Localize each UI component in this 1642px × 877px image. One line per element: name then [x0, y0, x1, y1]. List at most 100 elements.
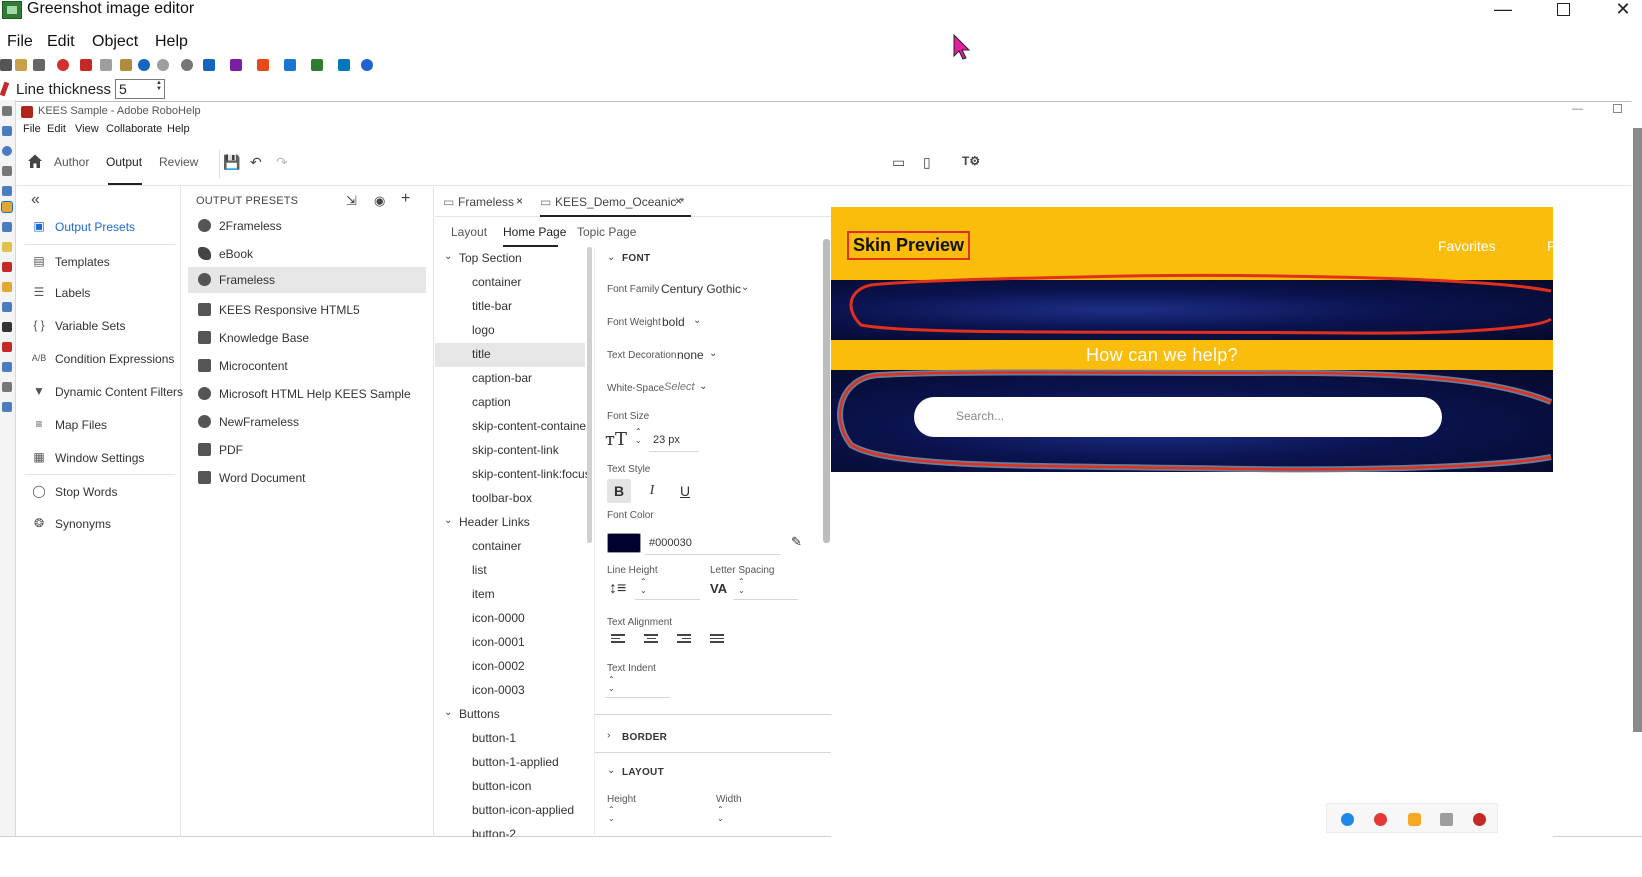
camera-icon[interactable]	[1473, 813, 1486, 826]
rh-menu-file[interactable]: File	[23, 123, 41, 135]
height-stepper[interactable]: ⌃ ⌄	[608, 805, 615, 823]
export-icon[interactable]	[338, 59, 350, 71]
redo-icon[interactable]: ↷	[276, 154, 288, 171]
menu-file[interactable]: File	[7, 33, 33, 51]
doc-tab-kees-demo-oceanic[interactable]: ▭ KEES_Demo_Oceanic * ×	[540, 187, 691, 217]
font-weight-select[interactable]: bold	[662, 315, 685, 329]
nav-templates[interactable]: ▤ Templates	[17, 249, 181, 275]
resize-tool-icon[interactable]	[2, 362, 12, 372]
preset-item[interactable]: KEES Responsive HTML5	[188, 297, 426, 323]
collapse-panel-icon[interactable]: «	[31, 191, 40, 209]
copy-icon[interactable]	[100, 59, 112, 71]
outlook-icon[interactable]	[203, 59, 215, 71]
sub-tab-home-page[interactable]: Home Page	[503, 225, 566, 239]
italic-button[interactable]: I	[640, 479, 664, 503]
nav-window-settings[interactable]: ▦ Window Settings	[17, 445, 181, 471]
vertical-scrollbar[interactable]	[1633, 128, 1642, 732]
chevron-down-icon[interactable]: ⌄	[607, 252, 615, 263]
nav-condition-expressions[interactable]: A/B Condition Expressions	[17, 346, 181, 372]
chevron-down-icon[interactable]: ⌄	[607, 765, 615, 776]
line-tool-icon[interactable]	[2, 166, 12, 176]
tab-review[interactable]: Review	[159, 155, 198, 169]
robohelp-maximize-button[interactable]	[1613, 104, 1622, 113]
tree-item-selected[interactable]: title	[435, 343, 585, 367]
preset-item[interactable]: Knowledge Base	[188, 325, 426, 351]
nav-variable-sets[interactable]: { } Variable Sets	[17, 313, 181, 339]
line-thickness-input[interactable]: 5	[115, 79, 165, 99]
text-settings-icon[interactable]: T⚙	[962, 154, 980, 168]
preset-item[interactable]: Microsoft HTML Help KEES Sample	[188, 381, 426, 407]
bold-button[interactable]: B	[607, 479, 631, 503]
nav-labels[interactable]: ☰ Labels	[17, 280, 181, 306]
font-color-swatch[interactable]	[607, 533, 641, 553]
line-height-stepper[interactable]: ⌃ ⌄	[640, 577, 647, 595]
rotate-tool-icon[interactable]	[2, 382, 12, 392]
tree-item[interactable]: toolbar-box	[435, 487, 585, 511]
preset-item-selected[interactable]: Frameless	[188, 267, 426, 293]
font-section-header[interactable]: FONT	[622, 253, 650, 264]
chevron-down-icon[interactable]: ⌄	[741, 282, 749, 293]
width-stepper[interactable]: ⌃ ⌄	[717, 805, 724, 823]
font-family-select[interactable]: Century Gothic	[661, 282, 741, 296]
text-tool-icon[interactable]	[2, 222, 12, 232]
align-right-icon[interactable]	[677, 634, 691, 646]
redo-icon[interactable]	[157, 59, 169, 71]
menu-edit[interactable]: Edit	[47, 33, 75, 51]
home-icon[interactable]	[27, 153, 43, 169]
clipboard-icon[interactable]	[15, 59, 27, 71]
tree-item[interactable]: item	[435, 583, 585, 607]
robohelp-minimize-button[interactable]: —	[1572, 103, 1583, 115]
underline-button[interactable]: U	[673, 479, 697, 503]
sub-tab-layout[interactable]: Layout	[451, 225, 487, 239]
ellipse-tool-icon[interactable]	[2, 146, 12, 156]
layout-section-header[interactable]: LAYOUT	[622, 767, 664, 778]
rh-menu-collaborate[interactable]: Collaborate	[106, 123, 162, 135]
sub-tab-topic-page[interactable]: Topic Page	[577, 225, 636, 239]
align-left-icon[interactable]	[611, 634, 625, 646]
tree-item[interactable]: skip-content-container	[435, 415, 590, 439]
tree-item[interactable]: icon-0000	[435, 607, 585, 631]
nav-synonyms[interactable]: ❂ Synonyms	[17, 511, 181, 537]
tree-item[interactable]: list	[435, 559, 585, 583]
nav-dynamic-content-filters[interactable]: ▼ Dynamic Content Filters	[17, 379, 183, 405]
rectangle-tool-icon[interactable]	[2, 126, 12, 136]
rh-menu-edit[interactable]: Edit	[47, 123, 66, 135]
tree-item[interactable]: title-bar	[435, 295, 585, 319]
save-all-icon[interactable]: 💾	[223, 154, 240, 171]
tree-item[interactable]: skip-content-link	[435, 439, 585, 463]
minimize-button[interactable]: —	[1480, 0, 1526, 22]
nav-output-presets[interactable]: ▣ Output Presets	[17, 214, 181, 240]
zoom-tool-icon[interactable]	[2, 402, 12, 412]
tree-group[interactable]: ⌄ Buttons	[435, 703, 585, 727]
tree-item[interactable]: skip-content-link:focus	[435, 463, 590, 487]
save-icon[interactable]	[0, 59, 12, 71]
export-preset-icon[interactable]: ⇲	[346, 193, 357, 209]
undo-icon[interactable]	[138, 59, 150, 71]
nav-stop-words[interactable]: ◯ Stop Words	[17, 479, 181, 505]
settings-icon[interactable]	[181, 59, 193, 71]
chevron-right-icon[interactable]: ›	[607, 730, 610, 741]
tree-item[interactable]: icon-0002	[435, 655, 585, 679]
close-tab-icon[interactable]: ×	[675, 194, 682, 208]
chevron-down-icon[interactable]: ⌄	[699, 381, 707, 392]
tree-group[interactable]: ⌄ Top Section	[435, 247, 585, 271]
tree-item[interactable]: button-1-applied	[435, 751, 585, 775]
rh-menu-view[interactable]: View	[75, 123, 99, 135]
image-tool-icon[interactable]	[2, 342, 12, 352]
font-size-value[interactable]: 23 px	[653, 434, 680, 446]
border-section-header[interactable]: BORDER	[622, 732, 667, 743]
chrome-icon[interactable]	[1374, 813, 1387, 826]
cursor-tool-icon[interactable]	[2, 106, 12, 116]
print-icon[interactable]	[33, 59, 45, 71]
tree-item[interactable]: icon-0001	[435, 631, 585, 655]
tree-group[interactable]: ⌄ Header Links	[435, 511, 585, 535]
powerpoint-icon[interactable]	[257, 59, 269, 71]
obfuscate-tool-icon[interactable]	[2, 302, 12, 312]
nav-map-files[interactable]: ≡ Map Files	[17, 412, 181, 438]
close-tab-icon[interactable]: ×	[516, 194, 523, 208]
edge-icon[interactable]	[1341, 813, 1354, 826]
help-icon[interactable]	[361, 59, 373, 71]
highlight-tool-icon[interactable]	[2, 282, 12, 292]
arrow-tool-icon[interactable]	[2, 186, 12, 196]
properties-scrollbar[interactable]	[823, 239, 830, 543]
